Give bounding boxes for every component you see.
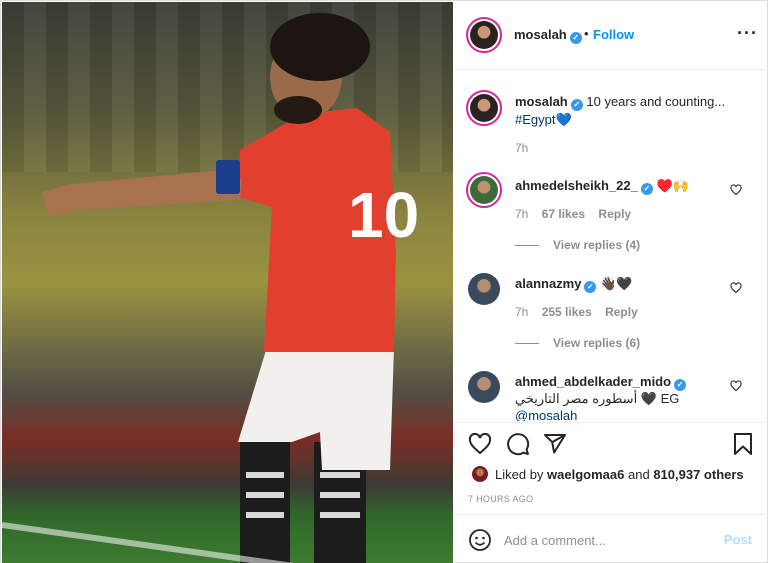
- comment-username[interactable]: ahmed_abdelkader_mido: [515, 374, 671, 389]
- comment-text-line: أسطوره مصر التاريخي 🖤 EG @mosalah: [515, 390, 725, 421]
- post-header: mosalah ✓ • Follow ···: [454, 2, 768, 70]
- instagram-post: 10 mosalah ✓ • Follow ··· mosalah ✓ 10 yea…: [0, 0, 768, 563]
- comment-username[interactable]: alannazmy: [515, 276, 581, 291]
- comment-time: 7h: [515, 207, 529, 221]
- view-replies-label[interactable]: View replies (4): [553, 238, 640, 252]
- svg-text:10: 10: [348, 179, 419, 251]
- verified-badge-icon: ✓: [569, 32, 582, 44]
- post-comment-button[interactable]: Post: [724, 532, 752, 547]
- liker-username[interactable]: waelgomaa6: [547, 467, 624, 482]
- comment-meta: 7h 67 likes Reply: [515, 207, 641, 221]
- reply-button[interactable]: Reply: [598, 207, 631, 221]
- emoji-icon[interactable]: [468, 528, 492, 552]
- share-send-icon[interactable]: [543, 432, 567, 456]
- comment-text: أسطوره مصر التاريخي 🖤 EG: [515, 391, 680, 406]
- caption-text: 10 years and counting...: [586, 94, 726, 109]
- comment-input[interactable]: [504, 530, 714, 550]
- comment-time: 7h: [515, 305, 529, 319]
- caption: mosalah ✓ 10 years and counting... #Egypt…: [515, 93, 745, 128]
- comment-avatar[interactable]: [466, 172, 502, 208]
- comment-likes[interactable]: 67 likes: [542, 207, 585, 221]
- save-bookmark-icon[interactable]: [731, 432, 755, 456]
- separator-dot: •: [584, 26, 589, 41]
- likes-prefix: Liked by: [495, 467, 544, 482]
- verified-badge-icon: ✓: [584, 281, 597, 293]
- comment-row: ahmed_abdelkader_mido ✓: [515, 373, 735, 391]
- comment-row: ahmedelsheikh_22_ ✓ ♥️🙌: [515, 177, 735, 195]
- mention-link[interactable]: @mosalah: [515, 408, 577, 421]
- comment-text: 👋🏿🖤: [600, 276, 633, 291]
- more-options-icon[interactable]: ···: [737, 23, 758, 44]
- verified-badge-icon: ✓: [570, 99, 583, 111]
- comment-meta: 7h 255 likes Reply: [515, 305, 648, 319]
- likes-summary: Liked by waelgomaa6 and 810,937 others: [495, 467, 744, 482]
- heart-emoji: 💙: [555, 112, 572, 127]
- post-actions: Liked by waelgomaa6 and 810,937 others 7…: [454, 422, 768, 522]
- comment-avatar[interactable]: [468, 273, 500, 305]
- follow-button[interactable]: Follow: [593, 27, 634, 42]
- likes-and: and: [628, 467, 650, 482]
- reply-button[interactable]: Reply: [605, 305, 638, 319]
- caption-avatar[interactable]: [466, 90, 502, 126]
- like-comment-heart-icon[interactable]: [730, 282, 742, 294]
- view-replies-button[interactable]: View replies (6): [515, 336, 640, 350]
- comments-list: mosalah ✓ 10 years and counting... #Egypt…: [454, 71, 768, 421]
- verified-badge-icon: ✓: [640, 183, 653, 195]
- liker-avatar[interactable]: [472, 466, 488, 482]
- comment-row: alannazmy ✓ 👋🏿🖤: [515, 275, 735, 293]
- comment-username[interactable]: ahmedelsheikh_22_: [515, 178, 638, 193]
- author-username-link[interactable]: mosalah ✓: [514, 27, 582, 44]
- post-timestamp[interactable]: 7 HOURS AGO: [468, 494, 533, 504]
- comment-composer: Post: [454, 514, 768, 563]
- comment-bubble-icon[interactable]: [506, 432, 530, 456]
- caption-username[interactable]: mosalah: [515, 94, 568, 109]
- like-comment-heart-icon[interactable]: [730, 380, 742, 392]
- author-avatar[interactable]: [466, 17, 502, 53]
- like-heart-icon[interactable]: [468, 432, 492, 456]
- author-username[interactable]: mosalah: [514, 27, 567, 42]
- view-replies-button[interactable]: View replies (4): [515, 238, 640, 252]
- caption-time: 7h: [515, 141, 529, 155]
- comment-likes[interactable]: 255 likes: [542, 305, 592, 319]
- player-figure: 10: [42, 13, 419, 563]
- post-photo[interactable]: 10: [2, 2, 453, 563]
- likes-others-link[interactable]: 810,937 others: [653, 467, 743, 482]
- hashtag-link[interactable]: #Egypt: [515, 112, 555, 127]
- replies-divider: [515, 343, 539, 345]
- replies-divider: [515, 245, 539, 247]
- post-side-panel: mosalah ✓ • Follow ··· mosalah ✓ 10 years …: [454, 2, 768, 563]
- comment-text: ♥️🙌: [656, 178, 689, 193]
- like-comment-heart-icon[interactable]: [730, 184, 742, 196]
- view-replies-label[interactable]: View replies (6): [553, 336, 640, 350]
- comment-avatar[interactable]: [468, 371, 500, 403]
